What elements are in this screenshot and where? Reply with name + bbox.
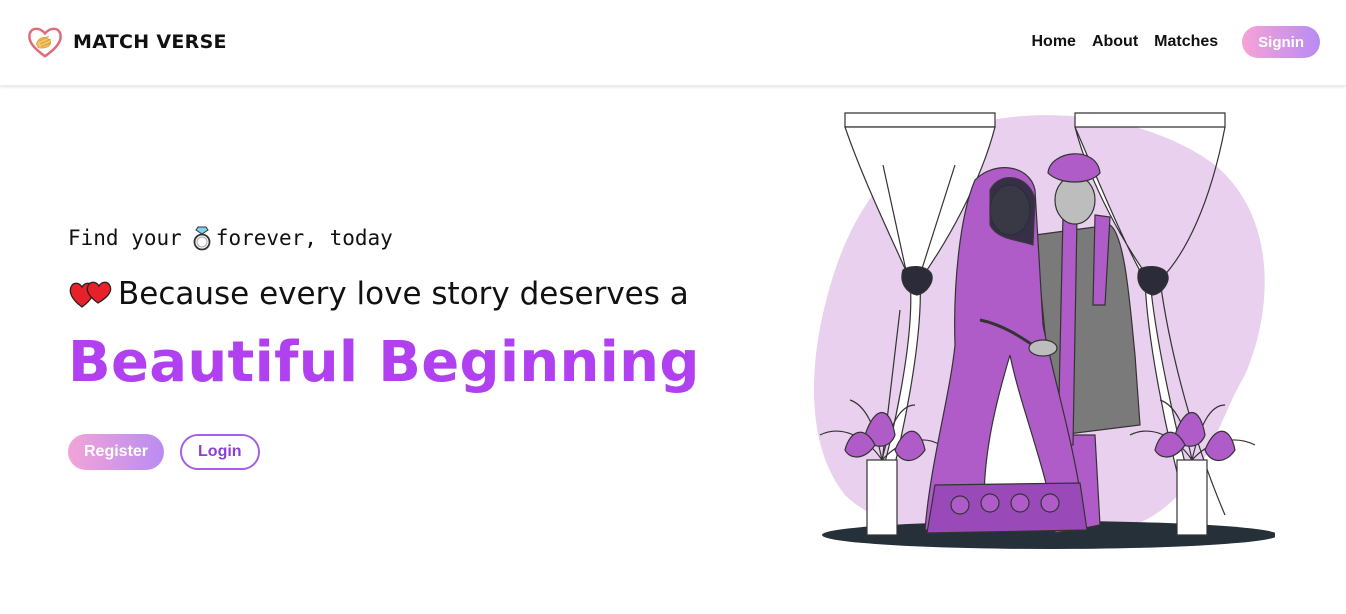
ring-icon: [193, 226, 211, 251]
nav-matches-link[interactable]: Matches: [1154, 33, 1218, 51]
brand[interactable]: MATCH VERSE: [26, 22, 227, 62]
login-button[interactable]: Login: [180, 433, 260, 470]
nav-links: Home About Matches Signin: [1031, 26, 1320, 58]
headline: Beautiful Beginning: [68, 330, 700, 395]
joined-hands: [1028, 339, 1058, 357]
navbar: MATCH VERSE Home About Matches Signin: [0, 0, 1346, 86]
tagline: Find your forever, today: [68, 222, 700, 254]
two-hearts-icon: [69, 281, 112, 308]
subheading: Because every love story deserves a: [68, 274, 700, 314]
heart-hands-logo-icon: [28, 27, 62, 58]
register-button[interactable]: Register: [68, 433, 165, 470]
nav-home-link[interactable]: Home: [1031, 33, 1075, 51]
nav-about-link[interactable]: About: [1092, 33, 1138, 51]
tagline-end: forever, today: [215, 226, 393, 250]
brand-name: MATCH VERSE: [73, 31, 227, 53]
hero-text: Find your forever, today Because every l…: [68, 222, 700, 470]
wedding-couple-illustration: [813, 112, 1275, 549]
hero-buttons: Register Login: [68, 433, 700, 470]
tagline-start: Find your: [68, 226, 182, 250]
signin-button[interactable]: Signin: [1242, 26, 1320, 58]
subheading-text: Because every love story deserves a: [118, 276, 689, 312]
